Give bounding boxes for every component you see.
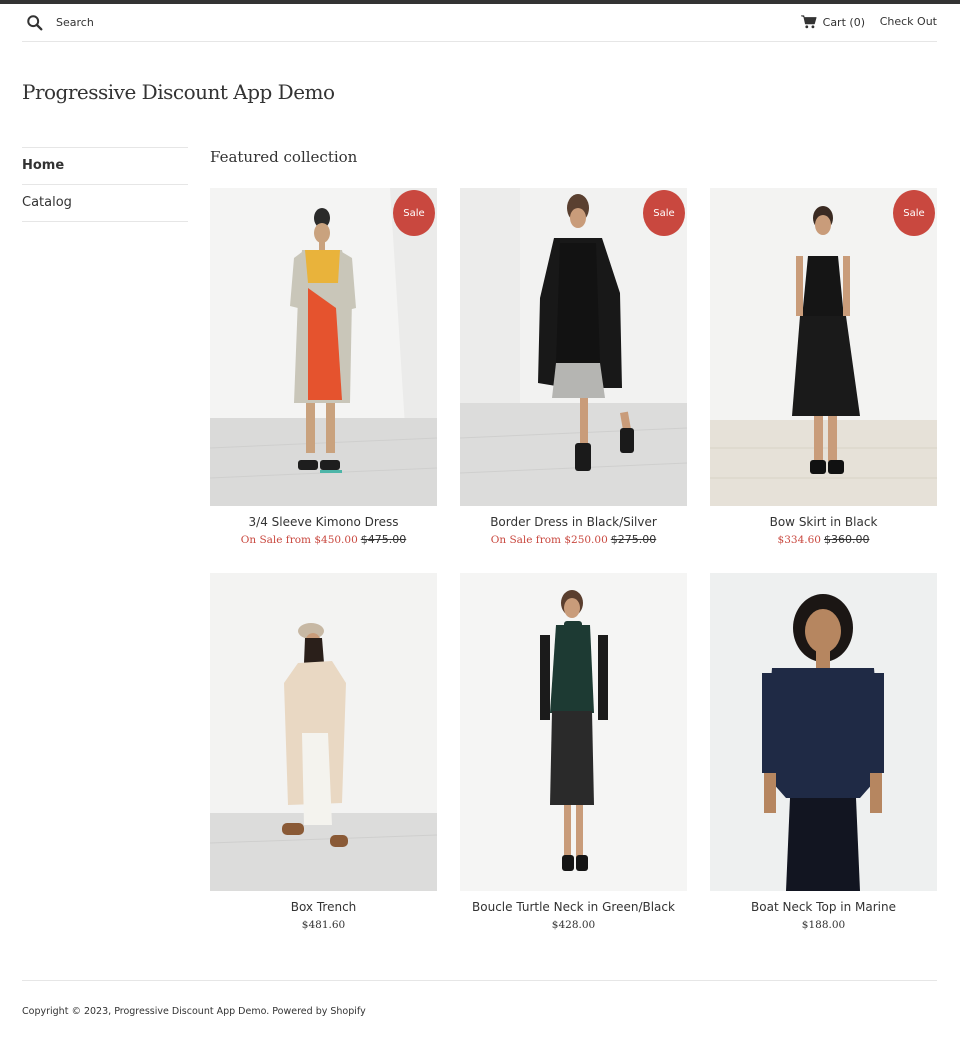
product-card[interactable]: Box Trench $481.60 bbox=[210, 573, 437, 943]
product-image bbox=[710, 188, 937, 506]
cart-label: Cart bbox=[822, 15, 846, 29]
product-image bbox=[210, 188, 437, 506]
sale-price: On Sale from $450.00 bbox=[240, 534, 358, 546]
product-title: Boucle Turtle Neck in Green/Black bbox=[472, 900, 675, 914]
cart-icon bbox=[800, 15, 817, 29]
product-price: $428.00 bbox=[460, 918, 687, 931]
product-title: 3/4 Sleeve Kimono Dress bbox=[248, 515, 399, 529]
search-input[interactable] bbox=[48, 12, 288, 32]
product-title: Bow Skirt in Black bbox=[769, 515, 878, 529]
sale-badge: Sale bbox=[893, 190, 935, 236]
footer-separator: . bbox=[266, 1006, 270, 1017]
search-icon[interactable] bbox=[26, 14, 44, 32]
product-image bbox=[460, 188, 687, 506]
regular-price: $188.00 bbox=[801, 919, 846, 931]
compare-price: $360.00 bbox=[823, 533, 870, 546]
product-image bbox=[460, 573, 687, 891]
compare-price: $475.00 bbox=[360, 533, 407, 546]
sale-price: $334.60 bbox=[777, 534, 821, 546]
sidebar-item-home[interactable]: Home bbox=[22, 148, 188, 185]
regular-price: $428.00 bbox=[551, 919, 596, 931]
product-title: Box Trench bbox=[290, 900, 357, 914]
product-card[interactable]: Boat Neck Top in Marine $188.00 bbox=[710, 573, 937, 943]
checkout-link[interactable]: Check Out bbox=[880, 14, 937, 30]
header-bar: Cart (0) Check Out bbox=[22, 4, 937, 42]
product-card[interactable]: Sale Border Dress in Black/Silver On Sal… bbox=[460, 188, 687, 558]
regular-price: $481.60 bbox=[301, 919, 346, 931]
product-card[interactable]: Sale 3/4 Sleeve Kimono Dress On Sale fro… bbox=[210, 188, 437, 558]
product-price: On Sale from $250.00 $275.00 bbox=[460, 533, 687, 546]
footer-copyright: Copyright © 2023, bbox=[22, 1006, 112, 1017]
footer-powered-link[interactable]: Powered by Shopify bbox=[272, 1006, 365, 1017]
product-image bbox=[710, 573, 937, 891]
product-card[interactable]: Boucle Turtle Neck in Green/Black $428.0… bbox=[460, 573, 687, 943]
product-title: Border Dress in Black/Silver bbox=[490, 515, 657, 529]
cart-count: (0) bbox=[849, 15, 865, 29]
product-price: $334.60 $360.00 bbox=[710, 533, 937, 546]
product-title: Boat Neck Top in Marine bbox=[751, 900, 896, 914]
sale-price: On Sale from $250.00 bbox=[490, 534, 608, 546]
product-price: On Sale from $450.00 $475.00 bbox=[210, 533, 437, 546]
product-image bbox=[210, 573, 437, 891]
footer-divider bbox=[22, 980, 937, 981]
sidebar-item-catalog[interactable]: Catalog bbox=[22, 185, 188, 222]
sale-badge: Sale bbox=[393, 190, 435, 236]
sidebar-nav: Home Catalog bbox=[22, 147, 188, 222]
site-title[interactable]: Progressive Discount App Demo bbox=[22, 80, 335, 104]
product-price: $188.00 bbox=[710, 918, 937, 931]
footer-store-link[interactable]: Progressive Discount App Demo bbox=[114, 1006, 266, 1017]
product-price: $481.60 bbox=[210, 918, 437, 931]
product-card[interactable]: Sale Bow Skirt in Black $334.60 $360.00 bbox=[710, 188, 937, 558]
section-title: Featured collection bbox=[210, 148, 358, 166]
cart-link[interactable]: Cart (0) bbox=[800, 14, 865, 30]
compare-price: $275.00 bbox=[610, 533, 657, 546]
sale-badge: Sale bbox=[643, 190, 685, 236]
footer: Copyright © 2023, Progressive Discount A… bbox=[22, 1006, 366, 1017]
